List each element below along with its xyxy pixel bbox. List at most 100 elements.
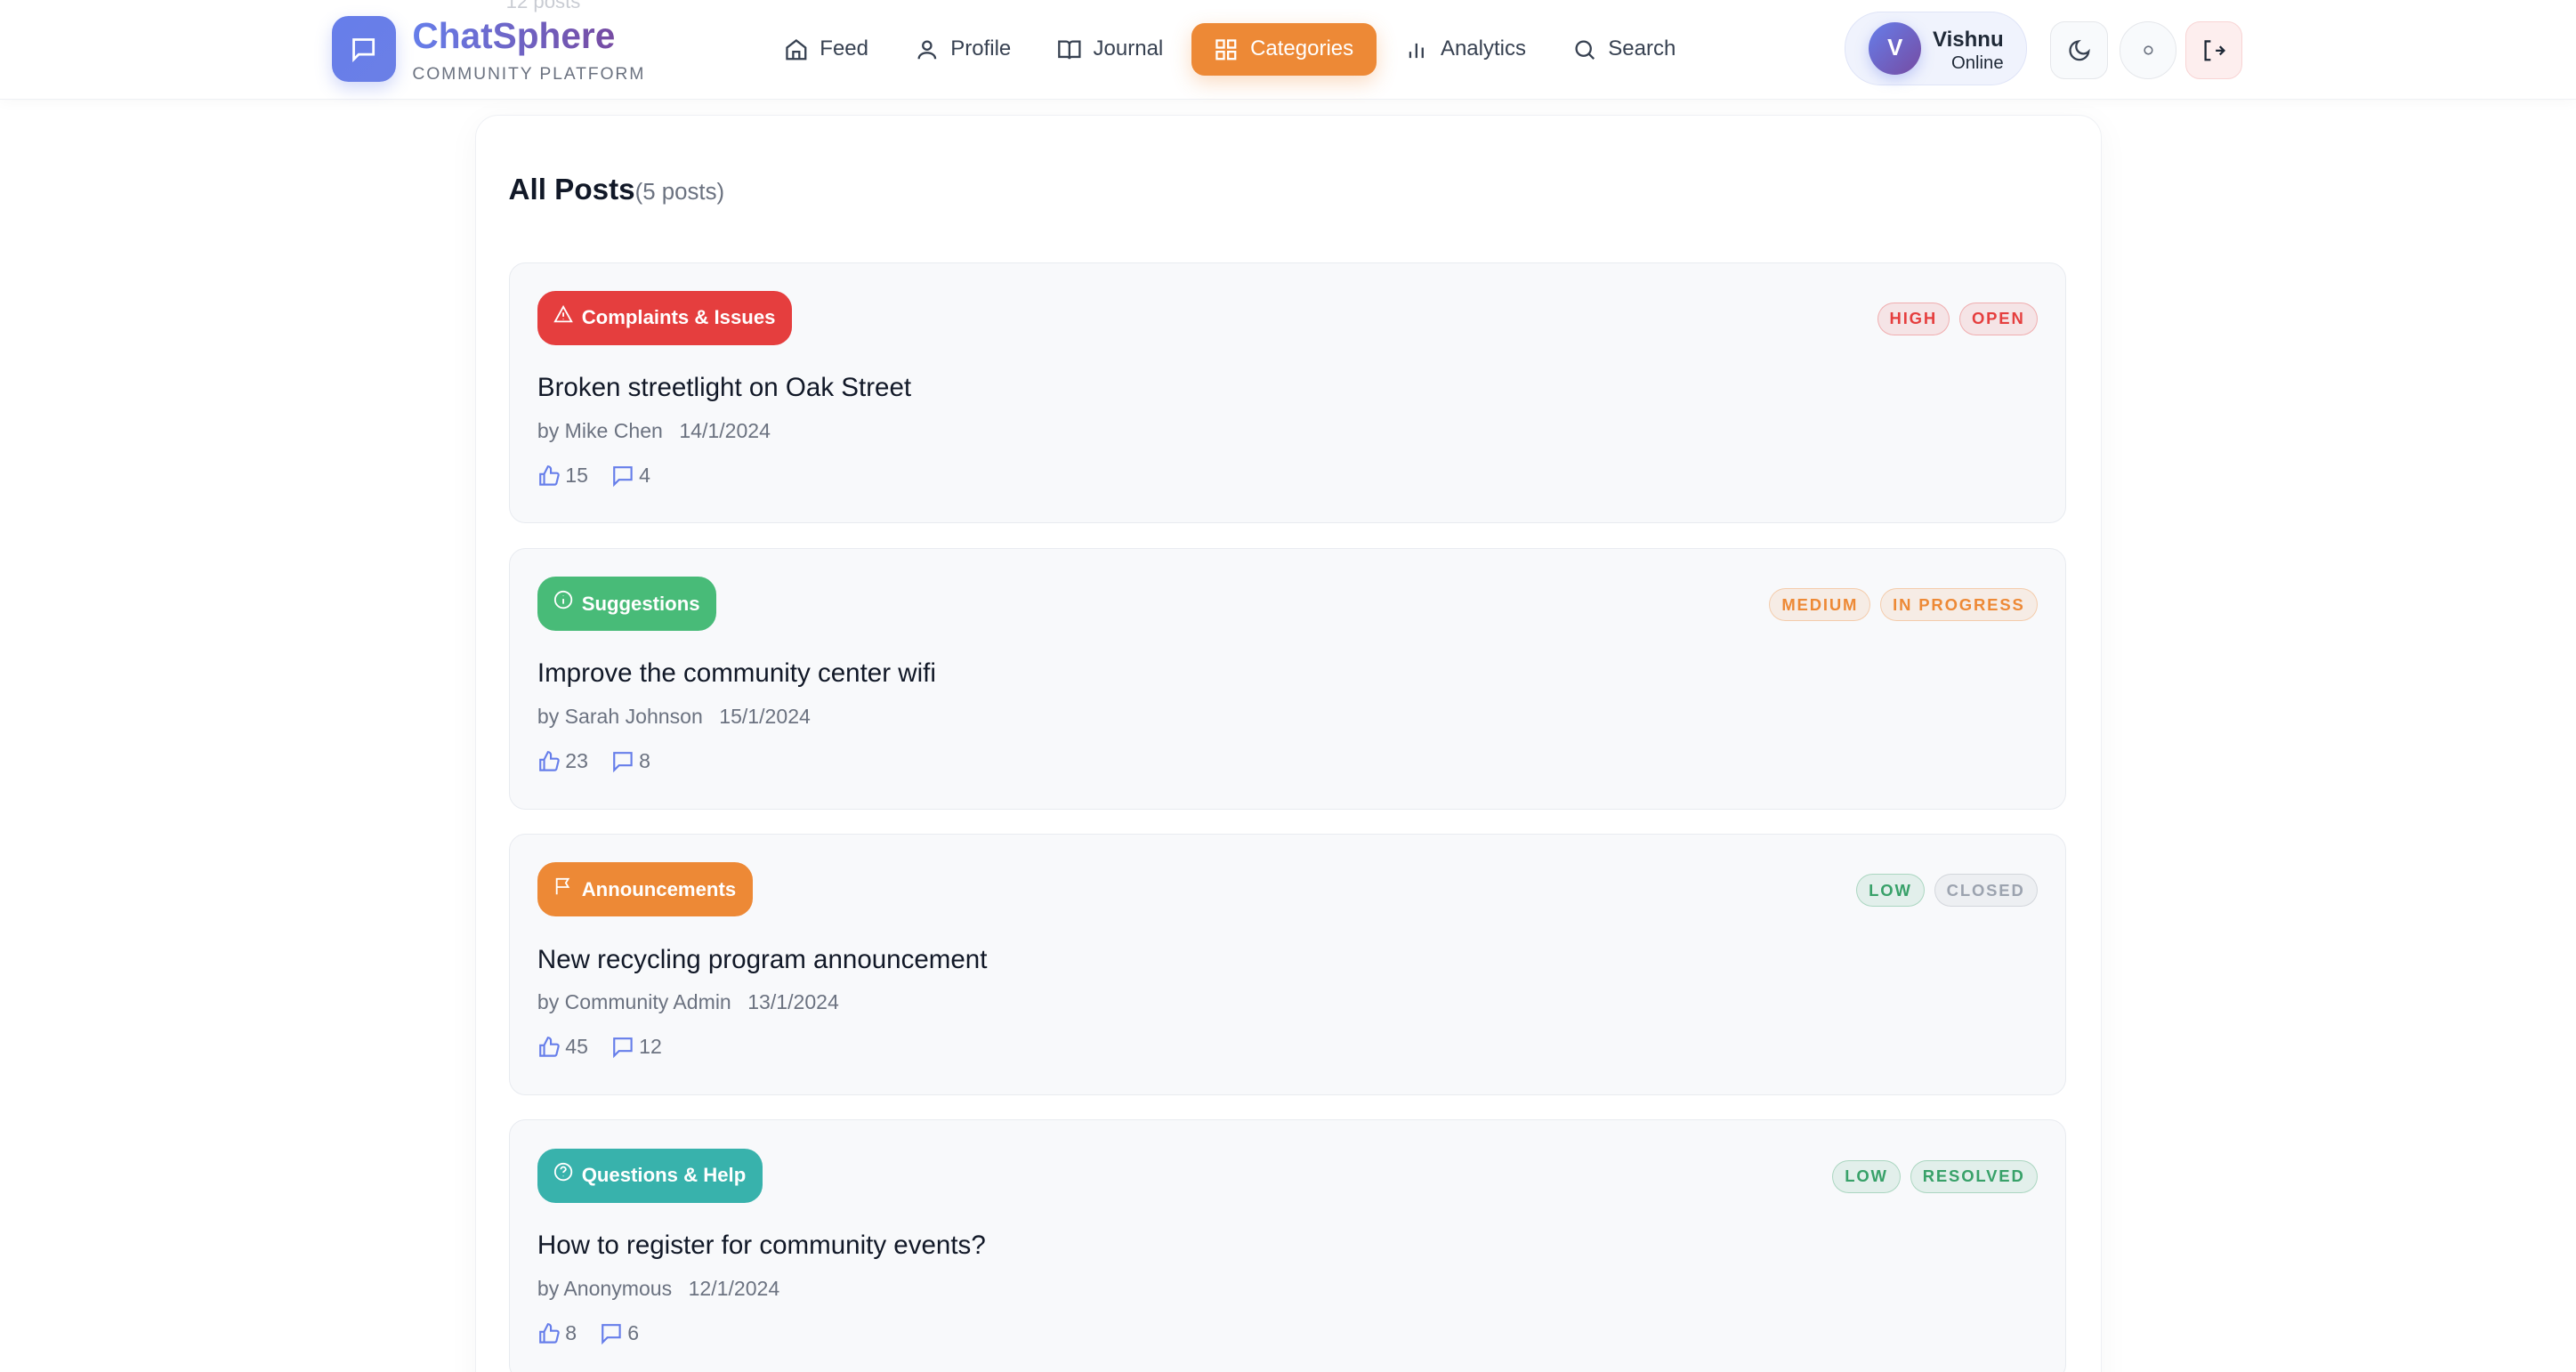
post-card[interactable]: Suggestions MEDIUM IN PROGRESS Improve th… <box>508 547 2066 810</box>
thumbs-up-icon <box>539 751 560 771</box>
comment-button[interactable]: 4 <box>611 464 650 488</box>
gear-icon <box>2143 45 2153 55</box>
post-title[interactable]: How to register for community events? <box>537 1231 986 1261</box>
status-badge: LOW <box>1832 1159 1901 1193</box>
comment-count: 4 <box>639 463 650 487</box>
user-status: Online <box>1950 53 2004 74</box>
status-badges: HIGH OPEN <box>1877 302 2038 335</box>
nav-label: Search <box>1608 36 1676 61</box>
category-badge[interactable]: Suggestions <box>537 577 716 632</box>
like-button[interactable]: 45 <box>537 1035 588 1059</box>
nav-label: Feed <box>820 36 868 61</box>
moon-icon <box>2069 39 2090 61</box>
post-actions: 23 8 <box>537 749 650 773</box>
post-card[interactable]: Complaints & Issues HIGH OPEN Broken stre… <box>508 262 2066 524</box>
user-icon <box>917 39 936 59</box>
page-title: All Posts(5 posts) <box>509 174 725 207</box>
like-count: 45 <box>565 1035 588 1059</box>
settings-button[interactable] <box>2119 21 2177 79</box>
post-title[interactable]: New recycling program announcement <box>537 945 988 975</box>
post-date: 15/1/2024 <box>719 705 811 729</box>
nav-profile[interactable]: Profile <box>896 23 1029 76</box>
category-label: Announcements <box>581 877 737 900</box>
comment-icon <box>612 466 633 488</box>
top-nav-bar: 12 posts ChatSphere COMMUNITY PLATFORM F… <box>0 0 2576 100</box>
like-count: 15 <box>565 463 588 487</box>
nav-label: Journal <box>1093 36 1164 61</box>
post-title[interactable]: Improve the community center wifi <box>537 658 936 689</box>
category-label: Questions & Help <box>581 1164 747 1187</box>
comment-icon <box>612 1037 633 1059</box>
status-badge: CLOSED <box>1934 874 2038 908</box>
nav-analytics[interactable]: Analytics <box>1386 23 1544 76</box>
comment-button[interactable]: 12 <box>611 1035 662 1059</box>
theme-toggle-button[interactable] <box>2050 21 2108 79</box>
search-icon <box>1575 39 1595 60</box>
status-badge: OPEN <box>1959 302 2038 335</box>
category-badge[interactable]: Questions & Help <box>537 1148 763 1203</box>
comment-icon <box>602 1323 621 1344</box>
comment-button[interactable]: 6 <box>600 1321 639 1345</box>
nav-search[interactable]: Search <box>1554 23 1693 76</box>
brand-tagline: COMMUNITY PLATFORM <box>412 64 646 84</box>
user-menu[interactable]: V Vishnu Online <box>1845 11 2028 86</box>
status-badge: LOW <box>1856 874 1925 908</box>
post-date: 12/1/2024 <box>688 1276 780 1300</box>
title-text: All Posts <box>508 173 635 206</box>
post-card[interactable]: Announcements LOW CLOSED New recycling pr… <box>508 834 2066 1095</box>
post-actions: 15 4 <box>537 464 650 488</box>
logout-icon <box>2204 39 2226 61</box>
post-title[interactable]: Broken streetlight on Oak Street <box>537 373 911 403</box>
nav-categories[interactable]: Categories <box>1191 22 1377 76</box>
category-badge[interactable]: Announcements <box>537 862 753 917</box>
post-card[interactable]: Questions & Help LOW RESOLVED How to regi… <box>508 1119 2066 1372</box>
like-button[interactable]: 8 <box>537 1321 577 1345</box>
alert-triangle-icon <box>553 305 574 329</box>
chat-logo-icon[interactable] <box>331 16 396 83</box>
category-label: Suggestions <box>581 592 700 615</box>
like-button[interactable]: 15 <box>537 464 588 488</box>
status-badges: MEDIUM IN PROGRESS <box>1769 588 2038 622</box>
category-label: Complaints & Issues <box>581 306 776 329</box>
nav-feed[interactable]: Feed <box>765 23 886 76</box>
main-nav: Feed Profile Journal Categories Analytic… <box>765 22 1693 76</box>
post-author: by Anonymous <box>537 1276 673 1300</box>
like-count: 23 <box>565 749 588 773</box>
post-meta: by Community Admin 13/1/2024 <box>537 990 839 1014</box>
nav-journal[interactable]: Journal <box>1039 23 1182 76</box>
comment-icon <box>612 752 633 773</box>
status-badge: RESOLVED <box>1910 1159 2038 1193</box>
avatar: V <box>1869 21 1922 76</box>
grid-icon <box>1215 38 1237 60</box>
comment-count: 12 <box>639 1035 662 1059</box>
post-meta: by Anonymous 12/1/2024 <box>537 1277 779 1301</box>
post-actions: 45 12 <box>537 1035 662 1059</box>
status-badge: MEDIUM <box>1769 588 1871 622</box>
status-badge: IN PROGRESS <box>1880 588 2038 622</box>
user-name: Vishnu <box>1933 27 2004 52</box>
category-badge[interactable]: Complaints & Issues <box>537 290 792 345</box>
logout-button[interactable] <box>2184 21 2243 79</box>
comment-count: 6 <box>627 1320 640 1344</box>
nav-label: Profile <box>950 36 1012 61</box>
home-icon <box>785 38 807 60</box>
post-author: by Community Admin <box>537 990 731 1014</box>
comment-count: 8 <box>639 749 650 773</box>
status-badges: LOW RESOLVED <box>1832 1159 2038 1193</box>
bar-chart-icon <box>1409 43 1425 58</box>
thumbs-up-icon <box>539 1037 560 1058</box>
ghost-post-count: 12 posts <box>505 0 581 12</box>
post-meta: by Mike Chen 14/1/2024 <box>537 419 771 443</box>
post-date: 14/1/2024 <box>679 418 771 442</box>
status-badges: LOW CLOSED <box>1856 874 2038 908</box>
post-meta: by Sarah Johnson 15/1/2024 <box>537 705 811 729</box>
post-count: (5 posts) <box>634 179 725 205</box>
comment-button[interactable]: 8 <box>611 749 650 773</box>
flag-icon <box>553 877 573 901</box>
book-icon <box>1058 39 1081 59</box>
status-badge: HIGH <box>1877 302 1950 335</box>
post-author: by Mike Chen <box>537 418 663 442</box>
like-button[interactable]: 23 <box>537 749 588 773</box>
brand-name[interactable]: ChatSphere <box>412 15 615 57</box>
nav-label: Categories <box>1250 36 1354 61</box>
